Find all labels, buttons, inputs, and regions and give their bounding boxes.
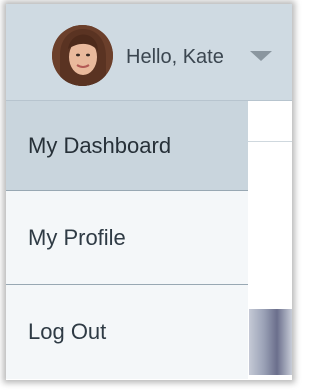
background-photo xyxy=(249,309,292,375)
menu-item-my-profile[interactable]: My Profile xyxy=(6,191,248,285)
user-avatar[interactable] xyxy=(52,25,113,86)
menu-item-label: Log Out xyxy=(28,319,107,344)
background-strip xyxy=(248,101,292,142)
menu-item-log-out[interactable]: Log Out xyxy=(6,285,248,379)
avatar-photo-icon xyxy=(52,25,113,86)
user-dropdown-menu: My Dashboard My Profile Log Out xyxy=(6,101,248,379)
menu-item-label: My Profile xyxy=(28,224,126,250)
greeting-text: Hello, Kate xyxy=(126,46,224,68)
user-menu-trigger[interactable]: Hello, Kate xyxy=(6,4,292,101)
caret-down-icon[interactable] xyxy=(250,51,272,61)
menu-item-my-dashboard[interactable]: My Dashboard xyxy=(6,101,248,191)
menu-item-label: My Dashboard xyxy=(28,132,172,158)
user-menu-panel: Hello, Kate My Dashboard My Profile Log … xyxy=(6,4,292,380)
